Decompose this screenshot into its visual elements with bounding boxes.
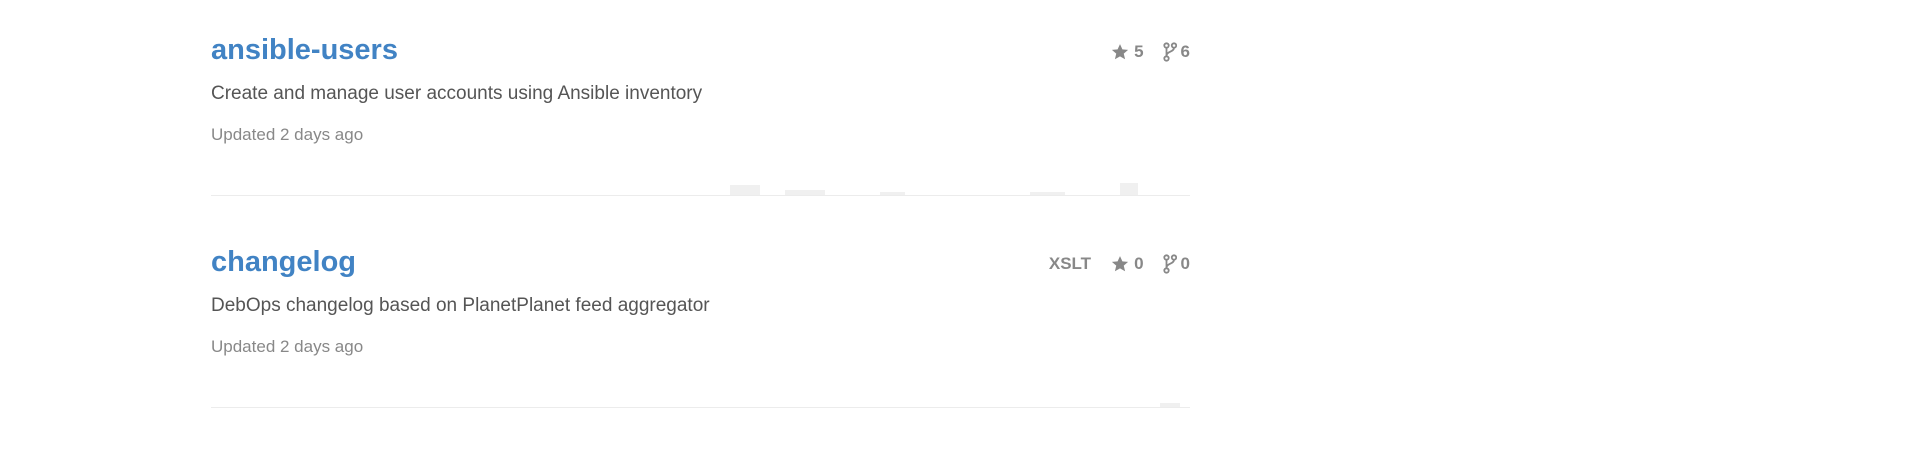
repo-name-link[interactable]: ansible-users	[211, 30, 398, 70]
fork-count: 6	[1180, 42, 1190, 61]
stargazers-link[interactable]: 5	[1109, 40, 1144, 64]
activity-bar	[1120, 183, 1138, 195]
star-count: 5	[1134, 42, 1144, 61]
star-icon	[1109, 254, 1131, 274]
fork-icon	[1162, 42, 1178, 62]
forks-link[interactable]: 6	[1162, 40, 1190, 64]
repo-language: XSLT	[1048, 254, 1092, 273]
activity-graph	[730, 393, 1190, 407]
forks-link[interactable]: 0	[1162, 252, 1190, 276]
repo-updated-time: Updated 2 days ago	[211, 125, 364, 144]
repo-description: DebOps changelog based on PlanetPlanet f…	[211, 295, 710, 316]
star-icon	[1109, 42, 1131, 62]
star-count: 0	[1134, 254, 1144, 273]
fork-icon	[1162, 254, 1178, 274]
divider	[211, 407, 1190, 408]
activity-bar	[730, 185, 760, 195]
repo-description: Create and manage user accounts using An…	[211, 83, 703, 104]
repo-stats: 5 6	[1109, 40, 1190, 64]
repo-list: ansible-users 5 6 Create and manage user…	[211, 0, 1190, 424]
repo-updated-time: Updated 2 days ago	[211, 337, 364, 356]
stargazers-link[interactable]: 0	[1109, 252, 1144, 276]
repo-stats: XSLT 0 0	[1049, 252, 1190, 276]
repo-name-link[interactable]: changelog	[211, 242, 356, 282]
repo-item: ansible-users 5 6 Create and manage user…	[211, 0, 1190, 212]
fork-count: 0	[1180, 254, 1190, 273]
divider	[211, 195, 1190, 196]
activity-graph	[730, 181, 1190, 195]
repo-item: changelog XSLT 0 0 DebOps changelog base…	[211, 212, 1190, 424]
